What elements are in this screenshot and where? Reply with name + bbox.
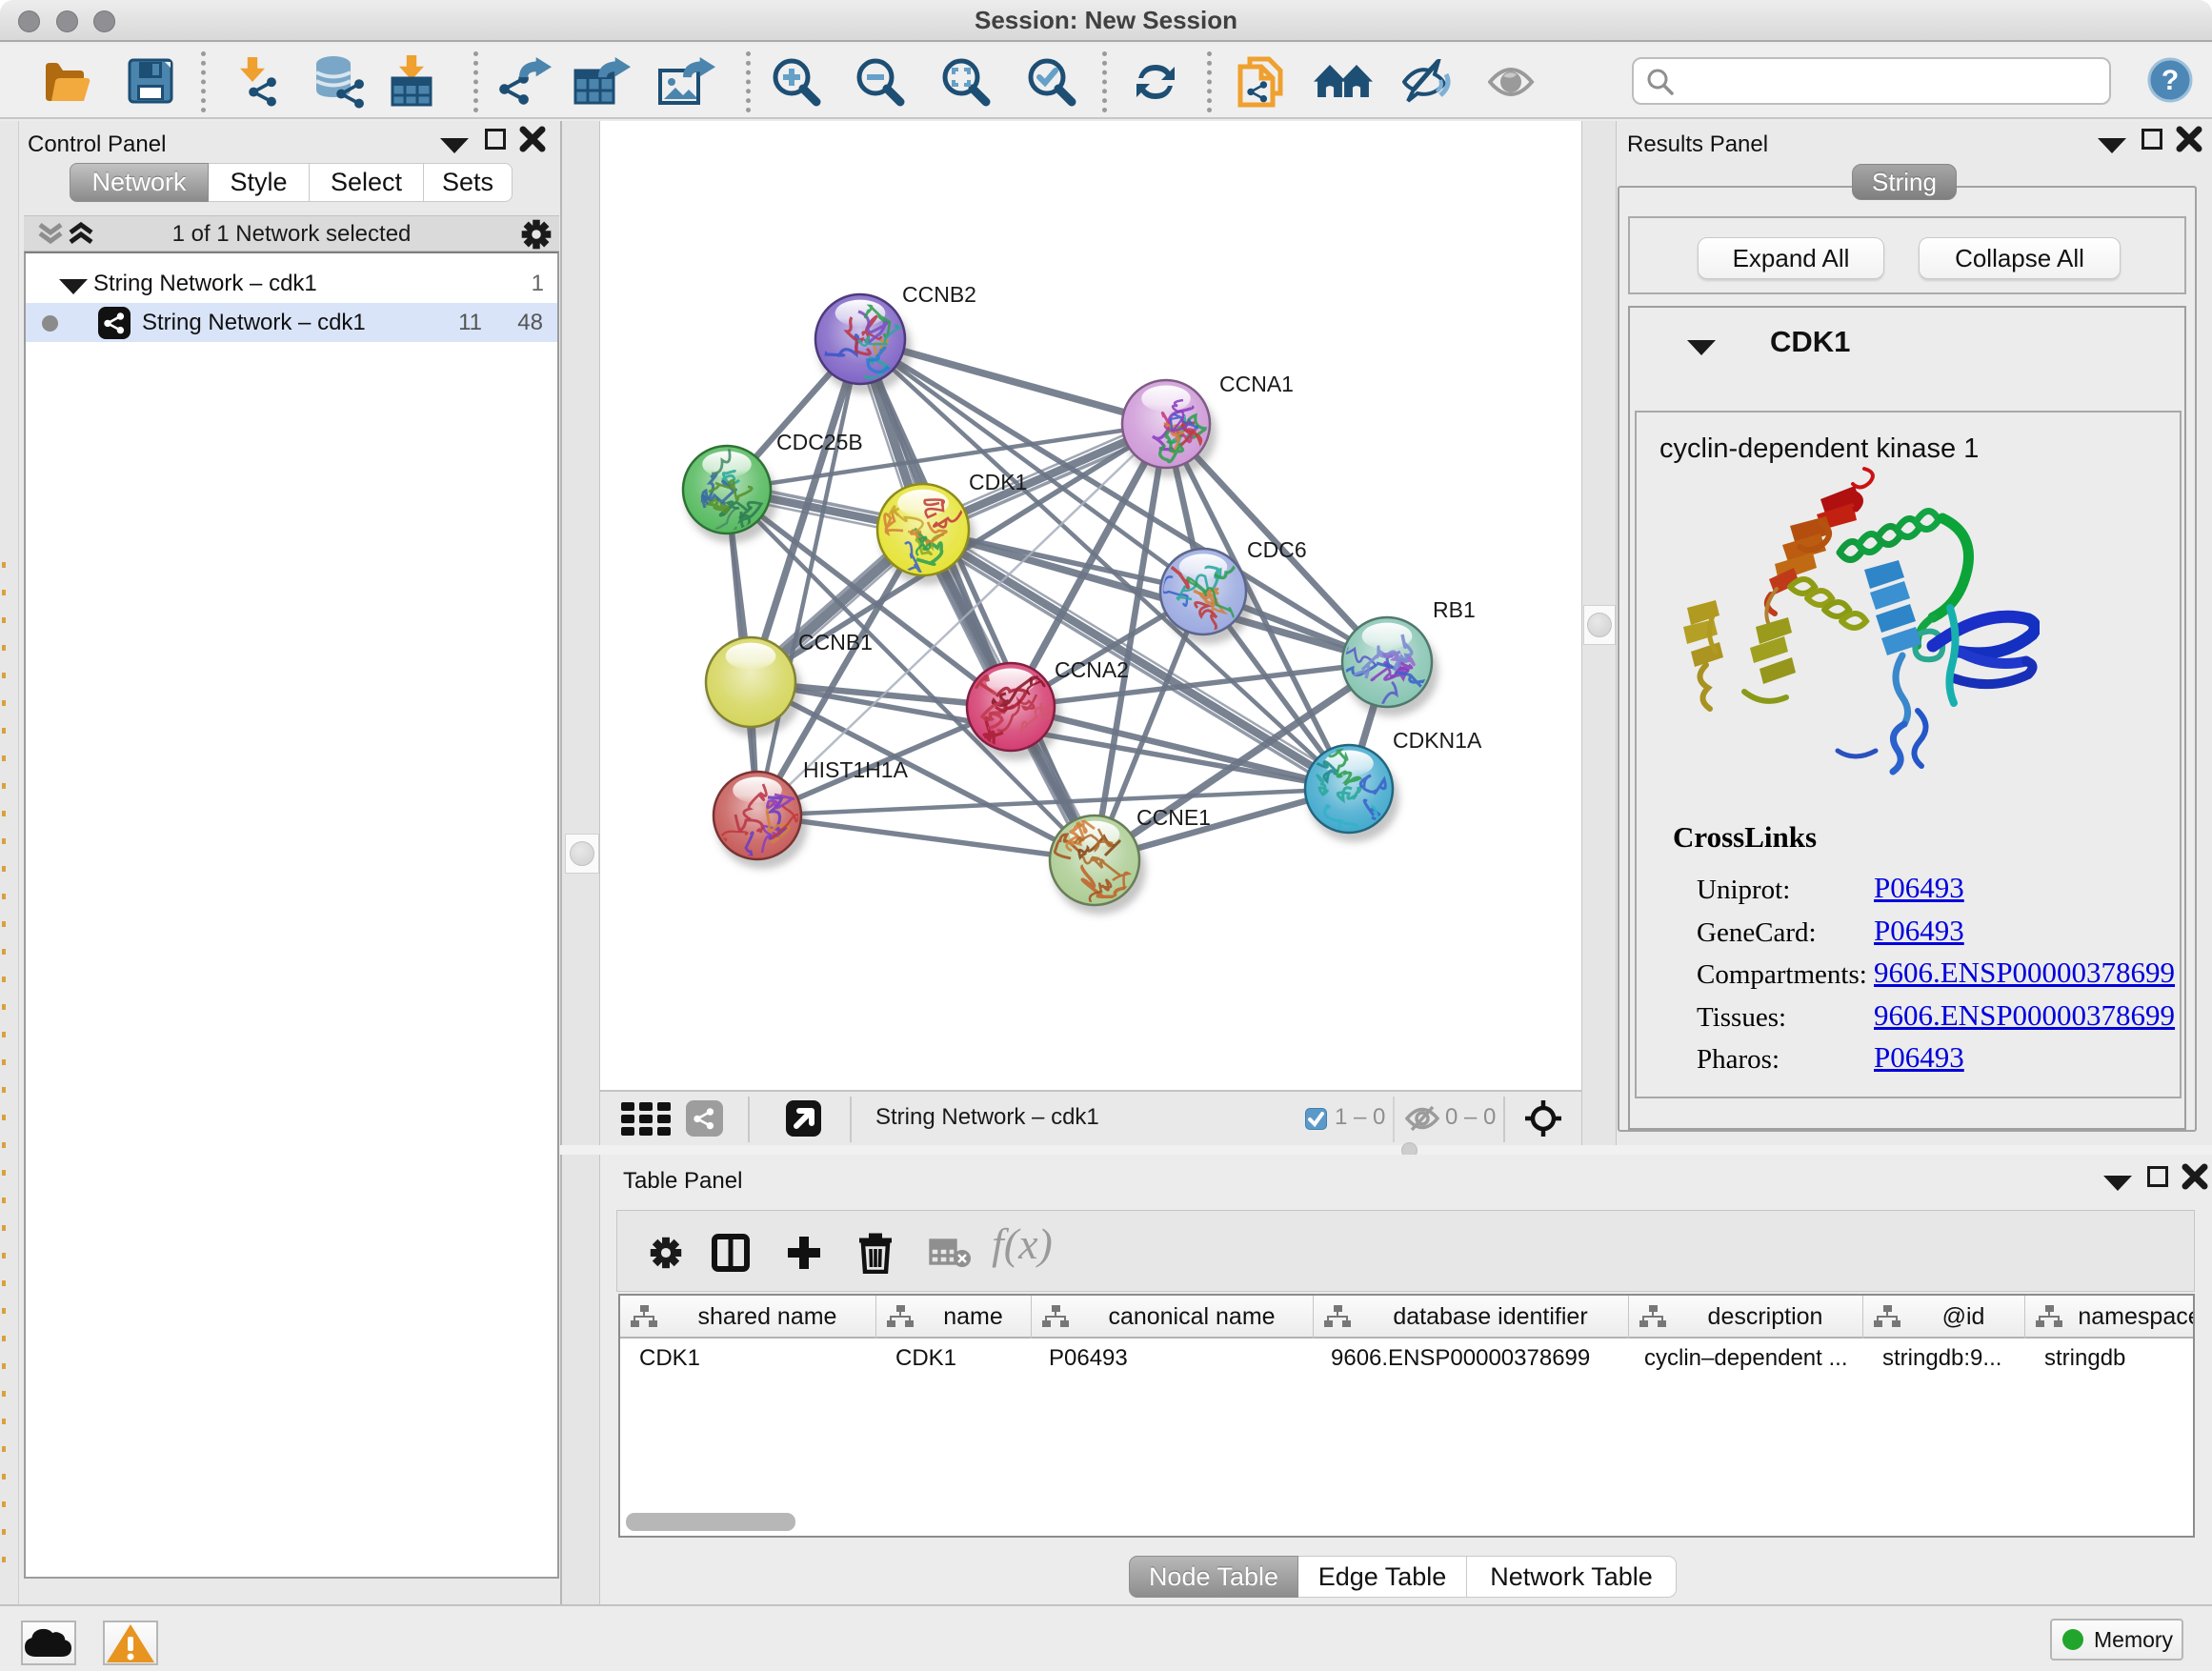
svg-text:CDKN1A: CDKN1A [1393,728,1482,753]
svg-text:CDK1: CDK1 [969,470,1027,494]
svg-text:?: ? [2162,65,2179,96]
svg-text:CCNB1: CCNB1 [798,630,873,654]
svg-text:CCNB2: CCNB2 [902,282,976,307]
svg-text:CDC25B: CDC25B [776,430,863,454]
svg-text:CCNA1: CCNA1 [1219,372,1294,396]
svg-text:RB1: RB1 [1433,597,1476,622]
svg-text:HIST1H1A: HIST1H1A [803,757,909,782]
svg-text:CCNA2: CCNA2 [1055,657,1129,682]
svg-text:CCNE1: CCNE1 [1136,805,1211,830]
svg-text:CDC6: CDC6 [1247,537,1307,562]
